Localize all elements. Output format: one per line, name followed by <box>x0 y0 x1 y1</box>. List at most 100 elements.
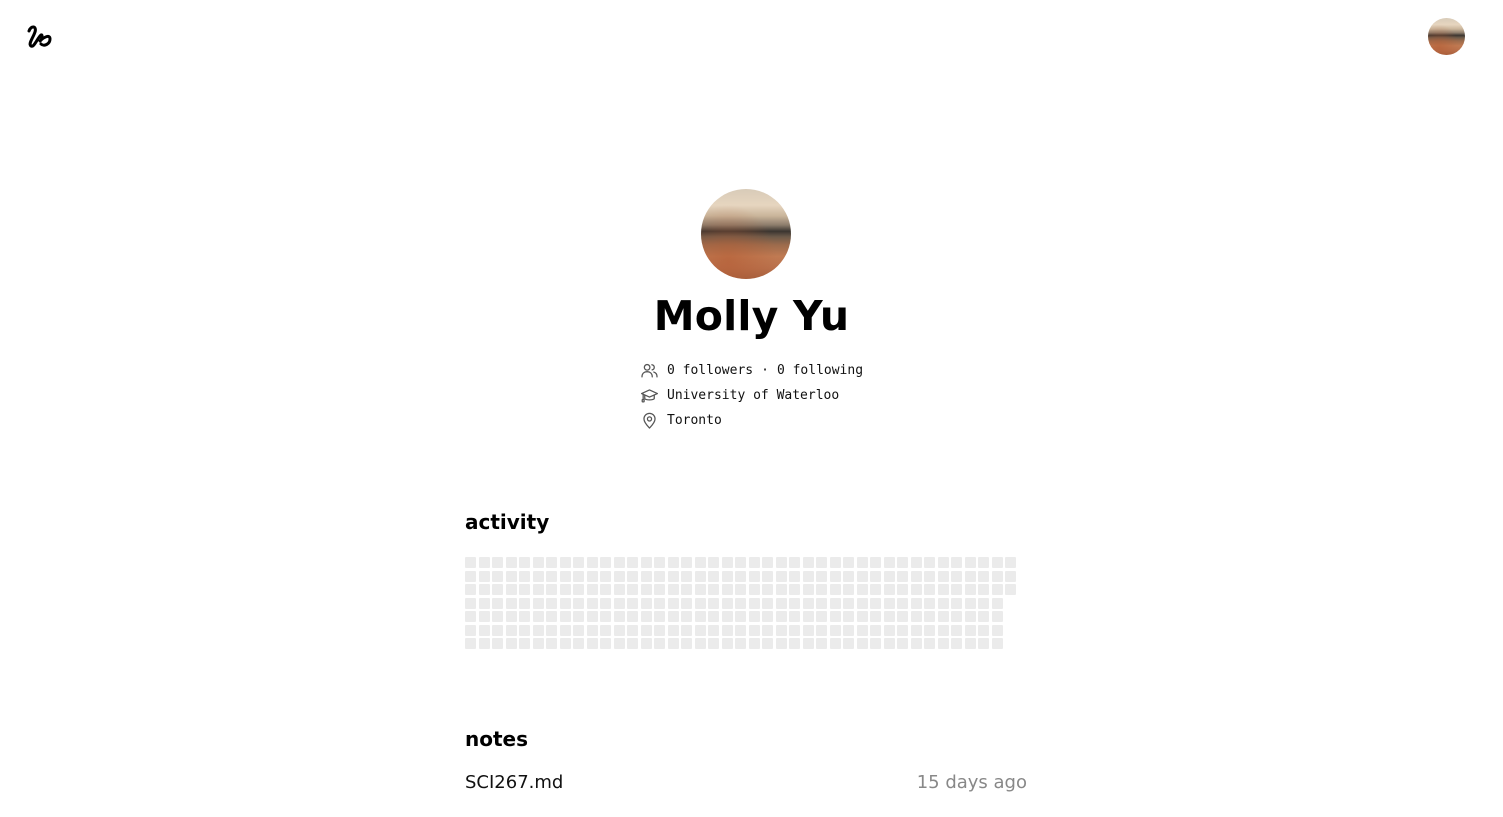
activity-cell <box>816 611 827 622</box>
activity-cell <box>937 611 949 622</box>
activity-cell <box>829 570 841 582</box>
activity-cell <box>897 597 908 609</box>
activity-cell <box>829 624 841 636</box>
activity-cell <box>735 570 746 582</box>
activity-cell <box>816 624 827 636</box>
activity-cell <box>748 557 760 568</box>
activity-cell <box>978 557 989 568</box>
activity-cell <box>802 570 814 582</box>
squiggle-logo-icon[interactable] <box>24 20 56 52</box>
activity-cell <box>721 557 733 568</box>
activity-cell <box>600 611 611 622</box>
activity-cell <box>748 638 760 649</box>
activity-cell <box>870 638 881 649</box>
activity-cell <box>735 584 746 595</box>
activity-cell <box>546 584 557 595</box>
activity-cell <box>924 584 935 595</box>
activity-cell <box>667 638 679 649</box>
activity-cell <box>978 570 989 582</box>
activity-cell <box>748 611 760 622</box>
activity-cell <box>681 584 692 595</box>
activity-cell <box>721 570 733 582</box>
activity-cell <box>897 611 908 622</box>
activity-cell <box>667 557 679 568</box>
activity-cell <box>829 597 841 609</box>
activity-cell <box>600 638 611 649</box>
graduation-cap-icon <box>640 389 659 403</box>
activity-cell <box>667 624 679 636</box>
activity-cell <box>991 624 1003 636</box>
activity-cell <box>492 584 503 595</box>
activity-cell <box>681 570 692 582</box>
activity-cell <box>492 597 503 609</box>
activity-cell <box>910 570 922 582</box>
activity-cell <box>505 584 517 595</box>
activity-cell <box>802 638 814 649</box>
activity-cell <box>627 597 638 609</box>
activity-cell <box>708 570 719 582</box>
activity-cell <box>640 611 652 622</box>
activity-cell <box>937 638 949 649</box>
activity-cell <box>708 597 719 609</box>
activity-cell <box>654 611 665 622</box>
activity-cell <box>775 624 787 636</box>
activity-cell <box>492 638 503 649</box>
activity-cell <box>978 611 989 622</box>
activity-cell <box>640 584 652 595</box>
activity-cell <box>505 638 517 649</box>
activity-cell <box>951 570 962 582</box>
activity-cell <box>465 584 476 595</box>
activity-cell <box>613 624 625 636</box>
activity-cell <box>708 557 719 568</box>
activity-cell <box>559 624 571 636</box>
activity-cell <box>519 557 530 568</box>
activity-cell <box>775 557 787 568</box>
activity-cell <box>991 570 1003 582</box>
header-avatar[interactable] <box>1428 18 1465 55</box>
activity-cell <box>532 597 544 609</box>
activity-cell <box>586 624 598 636</box>
following-link[interactable]: 0 following <box>777 363 863 378</box>
activity-cell <box>951 638 962 649</box>
activity-cell <box>775 611 787 622</box>
followers-link[interactable]: 0 followers <box>667 363 753 378</box>
activity-cell <box>924 557 935 568</box>
activity-cell <box>492 611 503 622</box>
activity-cell <box>478 570 490 582</box>
activity-cell <box>667 570 679 582</box>
activity-cell <box>964 557 976 568</box>
activity-cell <box>465 557 476 568</box>
activity-cell <box>721 584 733 595</box>
activity-cell <box>978 597 989 609</box>
activity-cell <box>478 624 490 636</box>
activity-cell <box>937 570 949 582</box>
activity-cell <box>721 597 733 609</box>
activity-cell <box>627 570 638 582</box>
activity-cell <box>546 638 557 649</box>
activity-cell <box>924 597 935 609</box>
activity-cell <box>883 584 895 595</box>
activity-cell <box>991 597 1003 609</box>
separator: · <box>761 363 769 378</box>
activity-cell <box>573 597 584 609</box>
activity-cell <box>600 597 611 609</box>
activity-cell <box>870 557 881 568</box>
activity-cell <box>762 638 773 649</box>
activity-cell <box>883 597 895 609</box>
activity-cell <box>735 597 746 609</box>
activity-cell <box>775 570 787 582</box>
activity-cell <box>586 584 598 595</box>
activity-cell <box>883 611 895 622</box>
list-item[interactable]: SCI267.md 15 days ago <box>465 772 1027 793</box>
note-title[interactable]: SCI267.md <box>465 772 563 793</box>
activity-cell <box>870 624 881 636</box>
activity-cell <box>978 584 989 595</box>
activity-cell <box>910 557 922 568</box>
activity-cell <box>735 624 746 636</box>
activity-cell <box>883 624 895 636</box>
activity-cell <box>843 584 854 595</box>
activity-cell <box>613 611 625 622</box>
activity-cell <box>721 611 733 622</box>
activity-cell <box>627 624 638 636</box>
activity-cell <box>870 611 881 622</box>
